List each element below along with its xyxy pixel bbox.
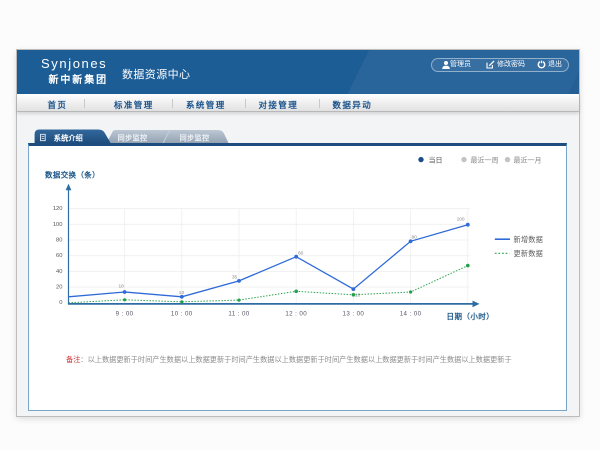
svg-text:120: 120: [53, 206, 63, 212]
svg-text:12 : 00: 12 : 00: [285, 310, 307, 317]
svg-text:60: 60: [56, 253, 62, 259]
svg-text:10: 10: [355, 292, 361, 298]
svg-text:同步监控: 同步监控: [180, 134, 210, 143]
svg-text:80: 80: [412, 234, 418, 240]
svg-text:数据交换（条）: 数据交换（条）: [45, 169, 100, 179]
svg-text:18: 18: [119, 283, 125, 289]
svg-text:更新数据: 更新数据: [514, 249, 544, 258]
svg-text:9 : 00: 9 : 00: [116, 310, 134, 317]
svg-text:10 : 00: 10 : 00: [171, 310, 193, 317]
svg-text:60: 60: [298, 250, 304, 256]
svg-text:日期（小时）: 日期（小时）: [447, 311, 495, 321]
svg-text:0: 0: [59, 299, 62, 305]
svg-text:10: 10: [179, 289, 185, 295]
svg-text:最近一月: 最近一月: [514, 155, 542, 164]
svg-text:当日: 当日: [429, 155, 443, 164]
svg-text:14 : 00: 14 : 00: [400, 310, 422, 317]
svg-text:100: 100: [53, 221, 63, 227]
svg-text:新增数据: 新增数据: [514, 235, 544, 244]
svg-text:100: 100: [457, 216, 465, 222]
svg-text:13 : 00: 13 : 00: [343, 310, 365, 317]
svg-text:80: 80: [56, 237, 62, 243]
svg-text:11 : 00: 11 : 00: [228, 310, 249, 317]
svg-text:最近一周: 最近一周: [471, 155, 499, 164]
svg-text:同步监控: 同步监控: [118, 134, 148, 143]
svg-text:40: 40: [56, 268, 62, 274]
svg-text:20: 20: [56, 284, 62, 290]
svg-text:35: 35: [232, 274, 238, 280]
svg-text:系统介绍: 系统介绍: [54, 134, 83, 143]
